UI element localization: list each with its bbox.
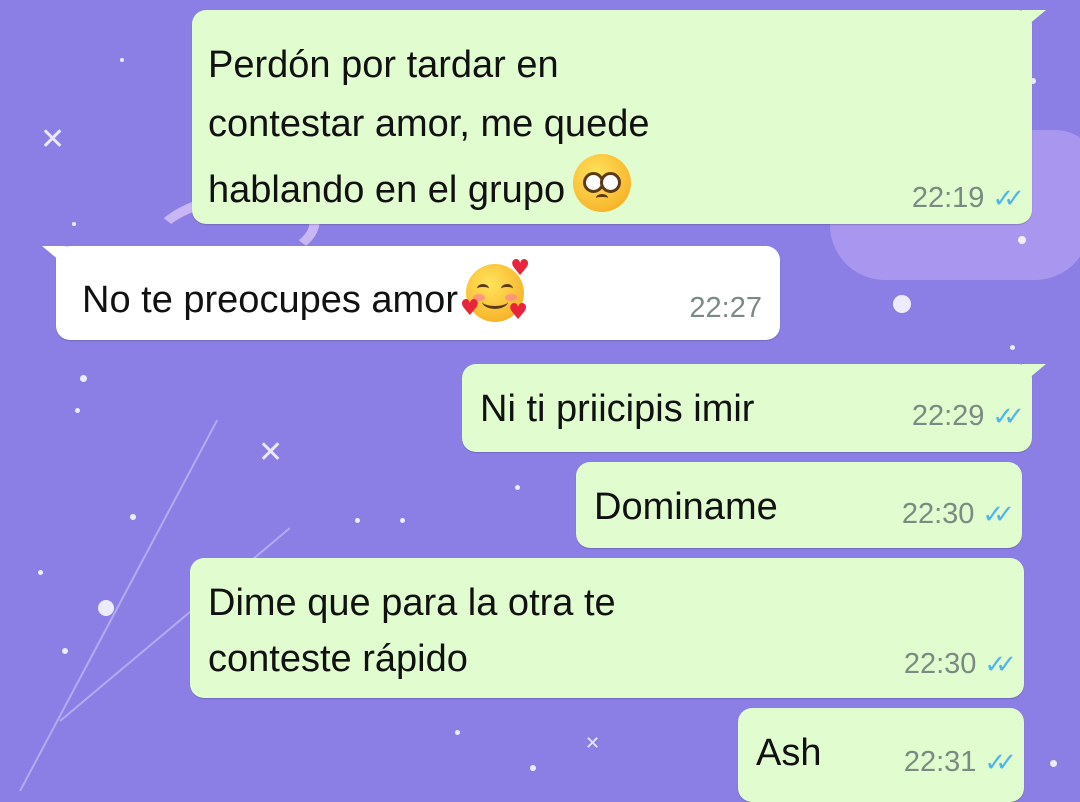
message-text-line: Ash: [756, 732, 822, 774]
message-text-line: Dominame: [594, 486, 778, 528]
message-text-line: conteste rápido: [208, 638, 468, 680]
message-time: 22:30: [903, 648, 977, 680]
double-check-icon: ✓✓: [992, 402, 1024, 432]
message-time: 22:29: [911, 400, 985, 432]
message-text-line: Dime que para la otra te: [208, 582, 616, 624]
double-check-icon: ✓✓: [984, 748, 1016, 778]
message-text-line: Perdón por tardar en: [208, 44, 559, 86]
message-time: 22:27: [689, 292, 762, 324]
smiling-face-with-hearts-emoji: ♥ ♥ ♥: [459, 256, 530, 325]
message-text-line: No te preocupes amor: [82, 279, 458, 321]
message-time: 22:19: [911, 182, 985, 214]
message-bubble-incoming[interactable]: No te preocupes amor ♥ ♥ ♥ 22:27: [42, 246, 780, 340]
message-text-line: contestar amor, me quede: [208, 103, 650, 145]
pleading-face-emoji: [573, 154, 632, 212]
message-text-line: hablando en el grupo: [208, 169, 566, 211]
message-bubble-outgoing[interactable]: Dime que para la otra te conteste rápido…: [190, 558, 1024, 698]
message-time: 22:31: [903, 746, 977, 778]
message-bubble-outgoing[interactable]: Ash 22:31 ✓✓: [738, 708, 1024, 802]
double-check-icon: ✓✓: [992, 184, 1024, 214]
message-bubble-outgoing[interactable]: Dominame 22:30 ✓✓: [576, 462, 1022, 548]
double-check-icon: ✓✓: [984, 650, 1016, 680]
message-text-line: Ni ti priicipis imir: [480, 388, 755, 430]
message-bubble-outgoing[interactable]: Ni ti priicipis imir 22:29 ✓✓: [462, 364, 1046, 452]
message-bubble-outgoing[interactable]: Perdón por tardar en contestar amor, me …: [192, 10, 1046, 224]
double-check-icon: ✓✓: [982, 500, 1014, 530]
message-time: 22:30: [901, 498, 975, 530]
